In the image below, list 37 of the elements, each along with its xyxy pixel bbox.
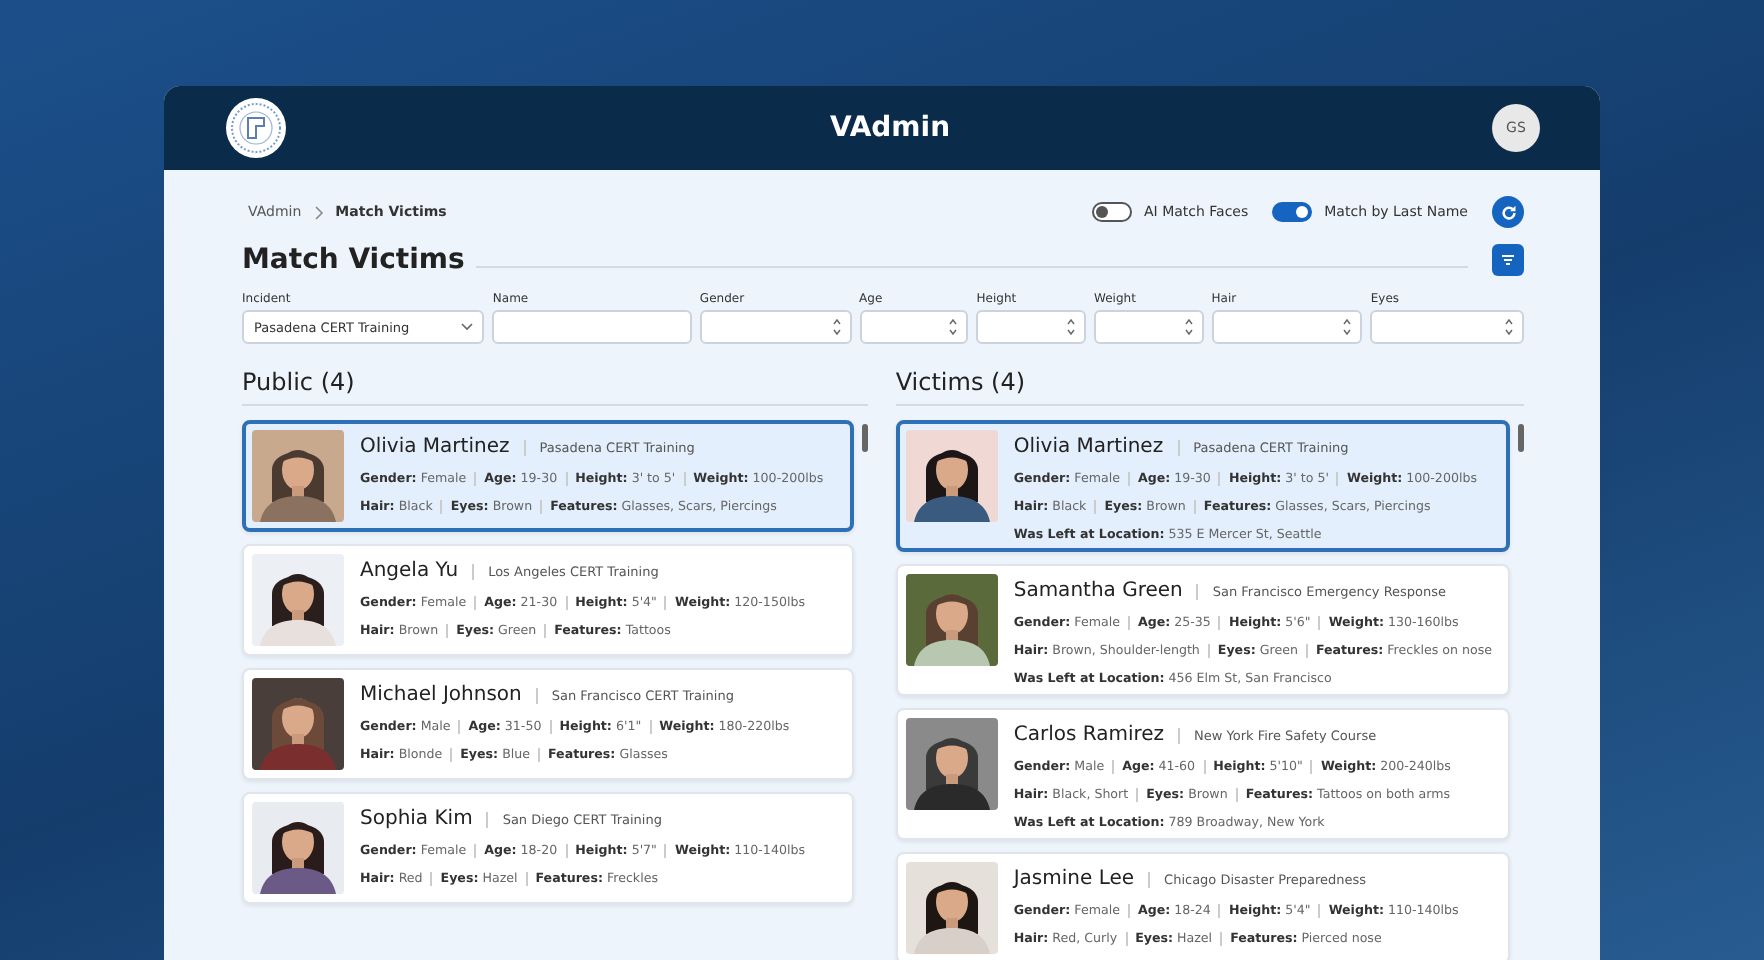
- spin-field[interactable]: [1370, 310, 1524, 344]
- spin-field[interactable]: [976, 310, 1087, 344]
- spinner-icon: [1342, 316, 1353, 338]
- panel-title: Public (4): [242, 368, 868, 406]
- person-name: Sophia Kim: [360, 808, 473, 830]
- spinner-icon: [948, 316, 959, 338]
- person-name: Samantha Green: [1013, 580, 1183, 602]
- scrollbar-thumb[interactable]: [1518, 424, 1524, 452]
- chevron-down-icon: [460, 322, 475, 332]
- chevron-icon: [313, 205, 324, 219]
- page-title: Match Victims: [242, 244, 465, 276]
- spinner-icon: [1183, 316, 1194, 338]
- person-name: Olivia Martinez: [360, 436, 510, 458]
- spin-field[interactable]: [1211, 310, 1363, 344]
- input-field[interactable]: [492, 310, 692, 344]
- person-name: Jasmine Lee: [1013, 868, 1135, 890]
- toggle-switch[interactable]: [1272, 202, 1313, 222]
- spin-field[interactable]: [1094, 310, 1204, 344]
- refresh-icon: [1499, 203, 1517, 221]
- person-name: Carlos Ramirez: [1013, 724, 1165, 746]
- panel-title: Victims (4): [895, 368, 1524, 406]
- scrollbar-thumb[interactable]: [861, 424, 868, 452]
- spinner-icon: [1066, 316, 1077, 338]
- spinner-icon: [1504, 316, 1514, 338]
- refresh-button[interactable]: [1492, 196, 1524, 228]
- app-title: VAdmin: [829, 112, 951, 144]
- person-name: Michael Johnson: [360, 684, 522, 706]
- person-name: Angela Yu: [360, 560, 459, 582]
- filter-button[interactable]: [1492, 244, 1524, 276]
- spin-field[interactable]: [859, 310, 969, 344]
- person-card[interactable]: [895, 420, 1510, 552]
- spin-field[interactable]: [699, 310, 852, 344]
- filter-icon: [1500, 252, 1516, 268]
- spinner-icon: [831, 316, 842, 338]
- toggle-switch[interactable]: [1092, 202, 1132, 222]
- logo-icon: [224, 96, 288, 160]
- person-name: Olivia Martinez: [1013, 436, 1164, 458]
